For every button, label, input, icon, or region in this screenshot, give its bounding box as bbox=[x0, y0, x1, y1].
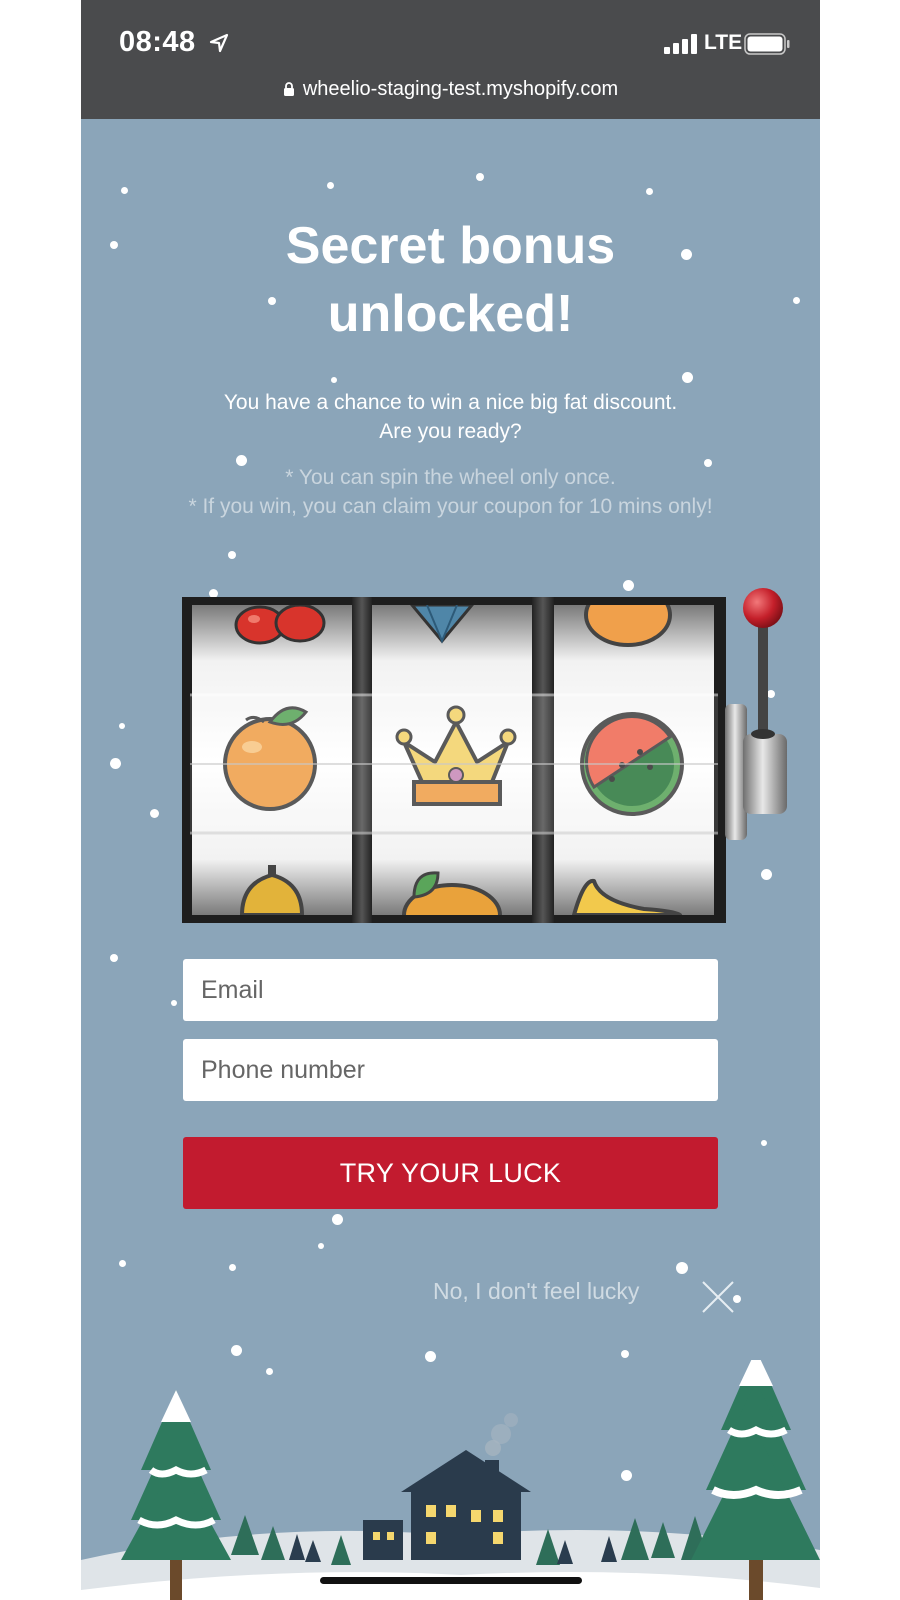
snowflake bbox=[621, 1350, 629, 1358]
snowflake bbox=[150, 809, 159, 818]
decline-link[interactable]: No, I don't feel lucky bbox=[433, 1278, 639, 1305]
snowflake bbox=[331, 377, 337, 383]
subtitle-line-2: Are you ready? bbox=[379, 420, 522, 443]
popup-notes: * You can spin the wheel only once. * If… bbox=[181, 463, 720, 521]
slot-machine bbox=[182, 597, 726, 923]
location-arrow-icon bbox=[209, 33, 229, 53]
battery-icon bbox=[744, 33, 790, 55]
url-text: wheelio-staging-test.myshopify.com bbox=[302, 78, 619, 100]
status-bar: 08:48 LTE wheelio-staging-test.myshopify… bbox=[81, 0, 820, 119]
snowflake bbox=[676, 1262, 688, 1274]
popup-subtitle: You have a chance to win a nice big fat … bbox=[191, 388, 710, 446]
winter-village-illustration bbox=[81, 1360, 820, 1600]
email-input[interactable] bbox=[183, 959, 718, 1021]
snowflake bbox=[110, 758, 121, 769]
network-label: LTE bbox=[704, 31, 743, 54]
address-bar[interactable]: wheelio-staging-test.myshopify.com bbox=[81, 78, 820, 101]
lock-icon bbox=[283, 82, 294, 96]
snowflake bbox=[121, 187, 128, 194]
close-icon[interactable] bbox=[701, 1280, 735, 1314]
phone-screen: 08:48 LTE wheelio-staging-test.myshopify… bbox=[81, 0, 820, 1600]
subtitle-line-1: You have a chance to win a nice big fat … bbox=[223, 391, 678, 414]
title-line-2: unlocked! bbox=[327, 285, 574, 343]
slot-lever[interactable] bbox=[721, 584, 801, 844]
snowflake bbox=[229, 1264, 236, 1271]
snowflake bbox=[318, 1243, 324, 1249]
snowflake bbox=[682, 372, 693, 383]
snowflake bbox=[623, 580, 634, 591]
snowflake bbox=[119, 1260, 126, 1267]
snowflake bbox=[327, 182, 334, 189]
phone-number-input[interactable] bbox=[183, 1039, 718, 1101]
note-claim-time: * If you win, you can claim your coupon … bbox=[188, 495, 713, 518]
snowflake bbox=[761, 869, 772, 880]
snowflake bbox=[119, 723, 125, 729]
house bbox=[363, 1413, 531, 1560]
snowflake bbox=[476, 173, 484, 181]
status-time: 08:48 bbox=[119, 26, 196, 58]
signal-icon bbox=[664, 34, 697, 54]
home-indicator[interactable] bbox=[320, 1577, 582, 1584]
snowflake bbox=[228, 551, 236, 559]
try-your-luck-button[interactable]: TRY YOUR LUCK bbox=[183, 1137, 718, 1209]
snowflake bbox=[761, 1140, 767, 1146]
note-spin-once: * You can spin the wheel only once. bbox=[285, 466, 616, 489]
snowflake bbox=[231, 1345, 242, 1356]
title-line-1: Secret bonus bbox=[285, 217, 616, 275]
snowflake bbox=[332, 1214, 343, 1225]
popup-title: Secret bonus unlocked! bbox=[81, 212, 820, 348]
snowflake bbox=[646, 188, 653, 195]
snowflake bbox=[171, 1000, 177, 1006]
snowflake bbox=[110, 954, 118, 962]
